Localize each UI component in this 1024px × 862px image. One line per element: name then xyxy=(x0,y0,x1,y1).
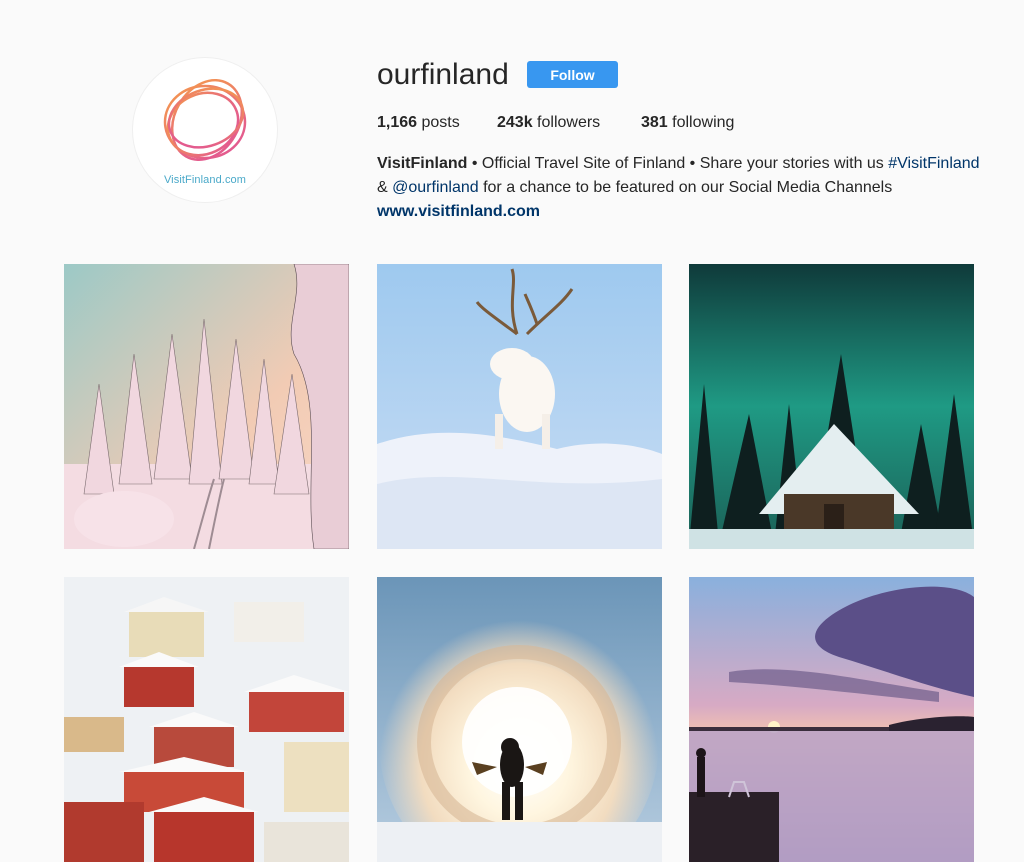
bio-mention-link[interactable]: @ourfinland xyxy=(392,179,479,196)
post-thumbnail[interactable] xyxy=(377,577,662,862)
bio-hashtag-link[interactable]: #VisitFinland xyxy=(888,155,979,172)
snowy-forest-image xyxy=(64,264,349,549)
followers-count-stat[interactable]: 243k followers xyxy=(497,114,600,132)
post-thumbnail[interactable] xyxy=(377,264,662,549)
post-thumbnail[interactable] xyxy=(689,577,974,862)
bio-text-line2-start: & xyxy=(377,179,393,196)
reindeer-image xyxy=(377,264,662,549)
profile-avatar[interactable]: VisitFinland.com xyxy=(132,57,278,203)
snowy-town-image xyxy=(64,577,349,862)
post-thumbnail[interactable] xyxy=(64,264,349,549)
bio-website-link[interactable]: www.visitfinland.com xyxy=(377,200,997,224)
followers-label: followers xyxy=(537,114,601,131)
following-label: following xyxy=(672,114,735,131)
bio-text-line1: • Official Travel Site of Finland • Shar… xyxy=(467,155,889,172)
profile-username: ourfinland xyxy=(377,58,509,91)
northern-lights-cabin-image xyxy=(689,264,974,549)
follow-button[interactable]: Follow xyxy=(527,61,618,88)
avatar-logo-text: VisitFinland.com xyxy=(163,174,247,186)
profile-bio: VisitFinland • Official Travel Site of F… xyxy=(377,152,997,224)
bio-text-line2: for a chance to be featured on our Socia… xyxy=(478,179,893,196)
following-count: 381 xyxy=(641,114,668,131)
posts-count: 1,166 xyxy=(377,114,418,131)
bio-full-name: VisitFinland xyxy=(377,155,468,172)
post-thumbnail[interactable] xyxy=(689,264,974,549)
frozen-water-throw-image xyxy=(377,577,662,862)
posts-count-stat: 1,166 posts xyxy=(377,114,460,132)
sunset-lake-image xyxy=(689,577,974,862)
posts-label: posts xyxy=(421,114,460,131)
following-count-stat[interactable]: 381 following xyxy=(641,114,734,132)
post-thumbnail[interactable] xyxy=(64,577,349,862)
followers-count: 243k xyxy=(497,114,533,131)
